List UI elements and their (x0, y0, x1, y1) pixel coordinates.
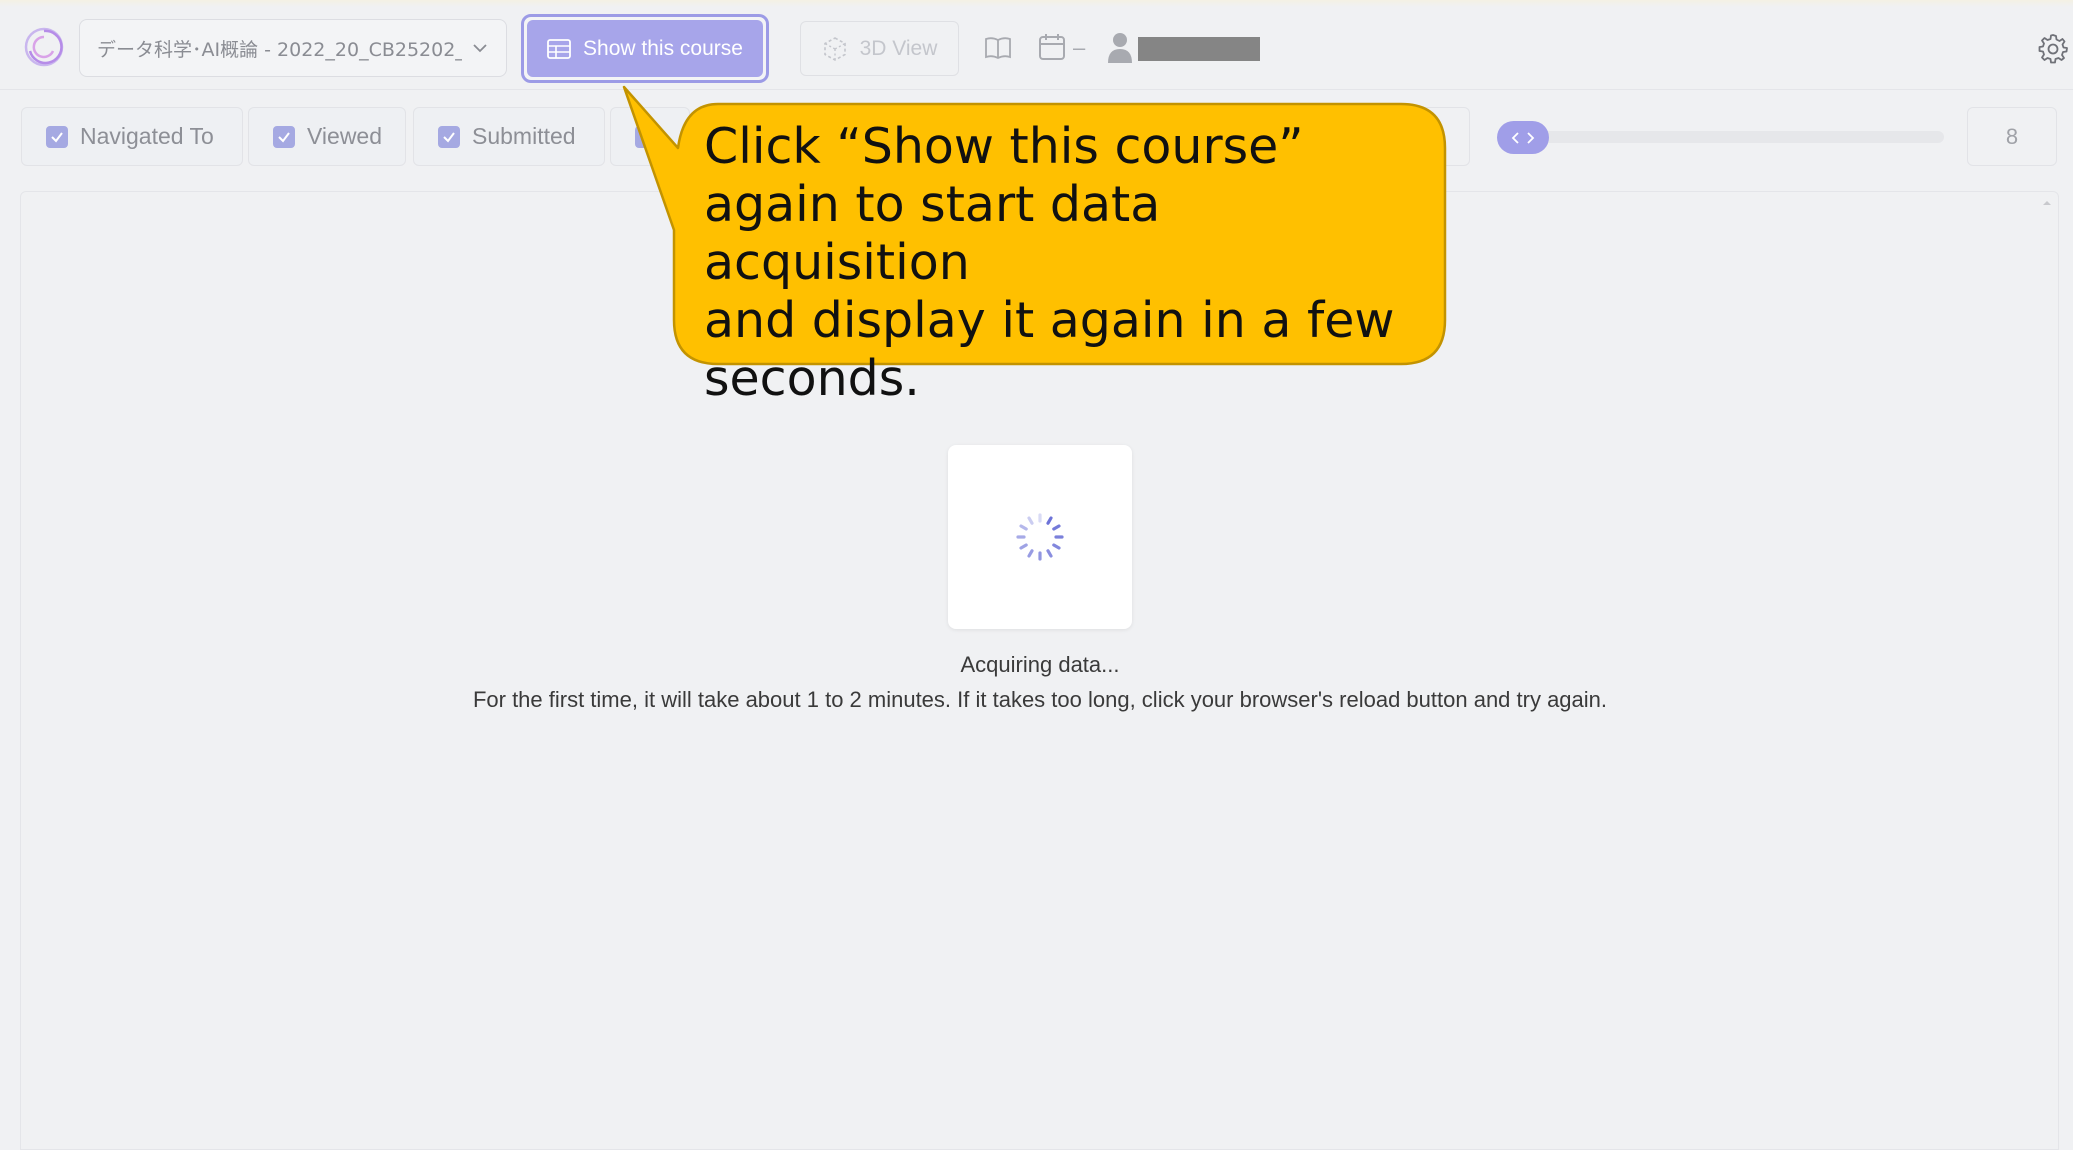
gear-icon[interactable] (2037, 32, 2069, 64)
chevron-right-icon (1527, 131, 1535, 144)
checkbox-checked-icon (46, 125, 68, 148)
loading-message: For the first time, it will take about 1… (472, 687, 1608, 712)
user-icon[interactable] (1106, 31, 1134, 63)
filter-chip-label: Submitted (472, 123, 576, 149)
page-count-box[interactable]: 8 (1967, 107, 2057, 166)
3d-view-button[interactable]: 3D View (800, 21, 959, 76)
date-range-value: – (1073, 35, 1086, 60)
callout-line: seconds. (704, 350, 920, 407)
user-name-redacted (1138, 37, 1260, 61)
show-this-course-button[interactable]: Show this course (521, 14, 769, 83)
scrollbar[interactable] (2043, 214, 2051, 1150)
window-top-strip (0, 0, 2073, 7)
filter-chip-hidden[interactable] (610, 107, 690, 166)
checkbox-checked-icon (273, 125, 295, 148)
callout-line: Click “Show this course” (704, 118, 1304, 175)
course-select[interactable]: データ科学･AI概論 - 2022_20_CB25202__A (79, 19, 507, 77)
page-count-value: 8 (2005, 123, 2019, 149)
chevron-down-icon (473, 44, 487, 53)
filter-chip-label: Navigated To (80, 123, 214, 149)
filter-chip-viewed[interactable]: Viewed (248, 107, 406, 166)
app-logo-icon[interactable] (22, 25, 66, 69)
show-this-course-label: Show this course (583, 36, 743, 60)
loading-title: Acquiring data... (960, 652, 1120, 677)
3d-cube-icon (823, 36, 846, 61)
loading-card (948, 445, 1132, 629)
callout-line: and display it again in a few (704, 292, 1395, 349)
book-icon[interactable] (983, 33, 1013, 63)
callout-line: again to start data acquisition (704, 176, 1161, 291)
callout-text: Click “Show this course” again to start … (704, 118, 1424, 408)
app-header: データ科学･AI概論 - 2022_20_CB25202__A Show thi… (0, 7, 2073, 90)
chevron-left-icon (1511, 131, 1519, 144)
checkbox-checked-icon (438, 125, 460, 148)
filter-chip-navigated-to[interactable]: Navigated To (21, 107, 243, 166)
range-slider-track[interactable] (1498, 131, 1944, 143)
3d-view-label: 3D View (859, 36, 938, 60)
loading-spinner-icon (1016, 513, 1064, 561)
calendar-icon[interactable] (1038, 32, 1066, 62)
course-select-value: データ科学･AI概論 - 2022_20_CB25202__A (97, 38, 462, 61)
scroll-up-arrow-icon[interactable] (2040, 196, 2054, 210)
filter-chip-submitted[interactable]: Submitted (413, 107, 605, 166)
filter-chip-label: Viewed (307, 123, 383, 149)
table-icon (547, 38, 571, 59)
checkbox-checked-icon (635, 125, 657, 148)
range-slider-handle[interactable] (1497, 121, 1549, 154)
